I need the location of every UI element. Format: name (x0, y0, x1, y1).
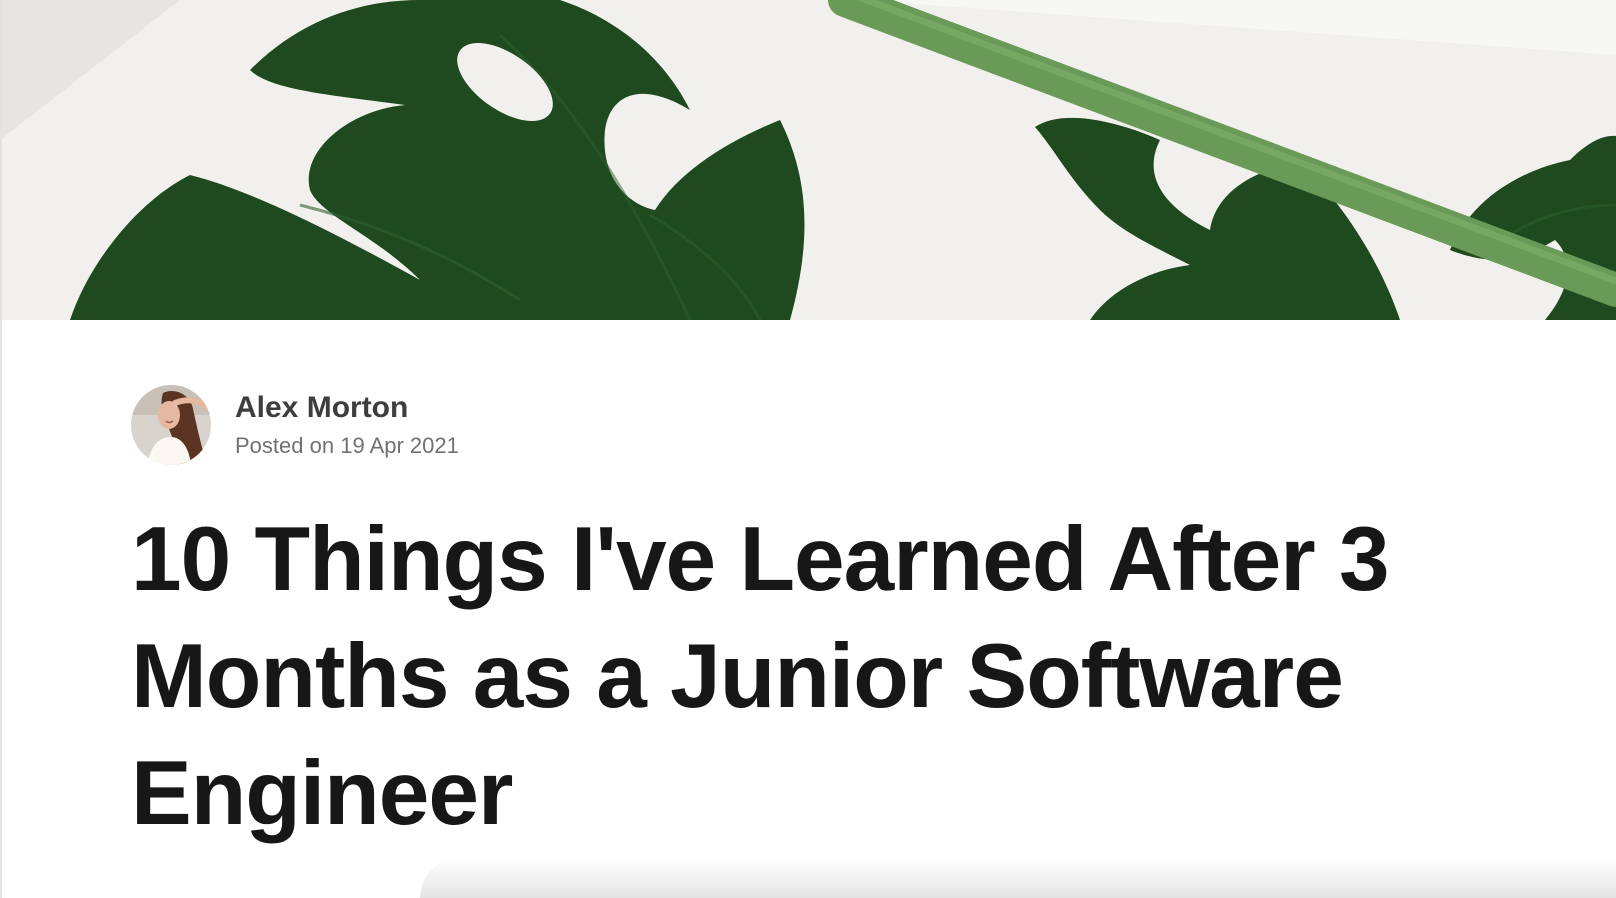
cover-image (0, 0, 1616, 320)
post-date: Posted on 19 Apr 2021 (235, 432, 459, 460)
avatar-image (131, 385, 211, 465)
post-date-value: 19 Apr 2021 (340, 433, 459, 458)
monstera-leaves-illustration (0, 0, 1616, 320)
author-name[interactable]: Alex Morton (235, 390, 459, 426)
posted-on-label: Posted on (235, 433, 335, 458)
author-byline: Alex Morton Posted on 19 Apr 2021 (131, 385, 459, 465)
author-meta: Alex Morton Posted on 19 Apr 2021 (235, 390, 459, 460)
article-header: Alex Morton Posted on 19 Apr 2021 10 Thi… (0, 320, 1616, 898)
article-title: 10 Things I've Learned After 3 Months as… (131, 509, 1390, 844)
author-avatar[interactable] (131, 385, 211, 465)
article-page: Alex Morton Posted on 19 Apr 2021 10 Thi… (0, 0, 1616, 898)
window-edge (0, 0, 2, 898)
floating-toolbar-shadow (420, 858, 1616, 898)
